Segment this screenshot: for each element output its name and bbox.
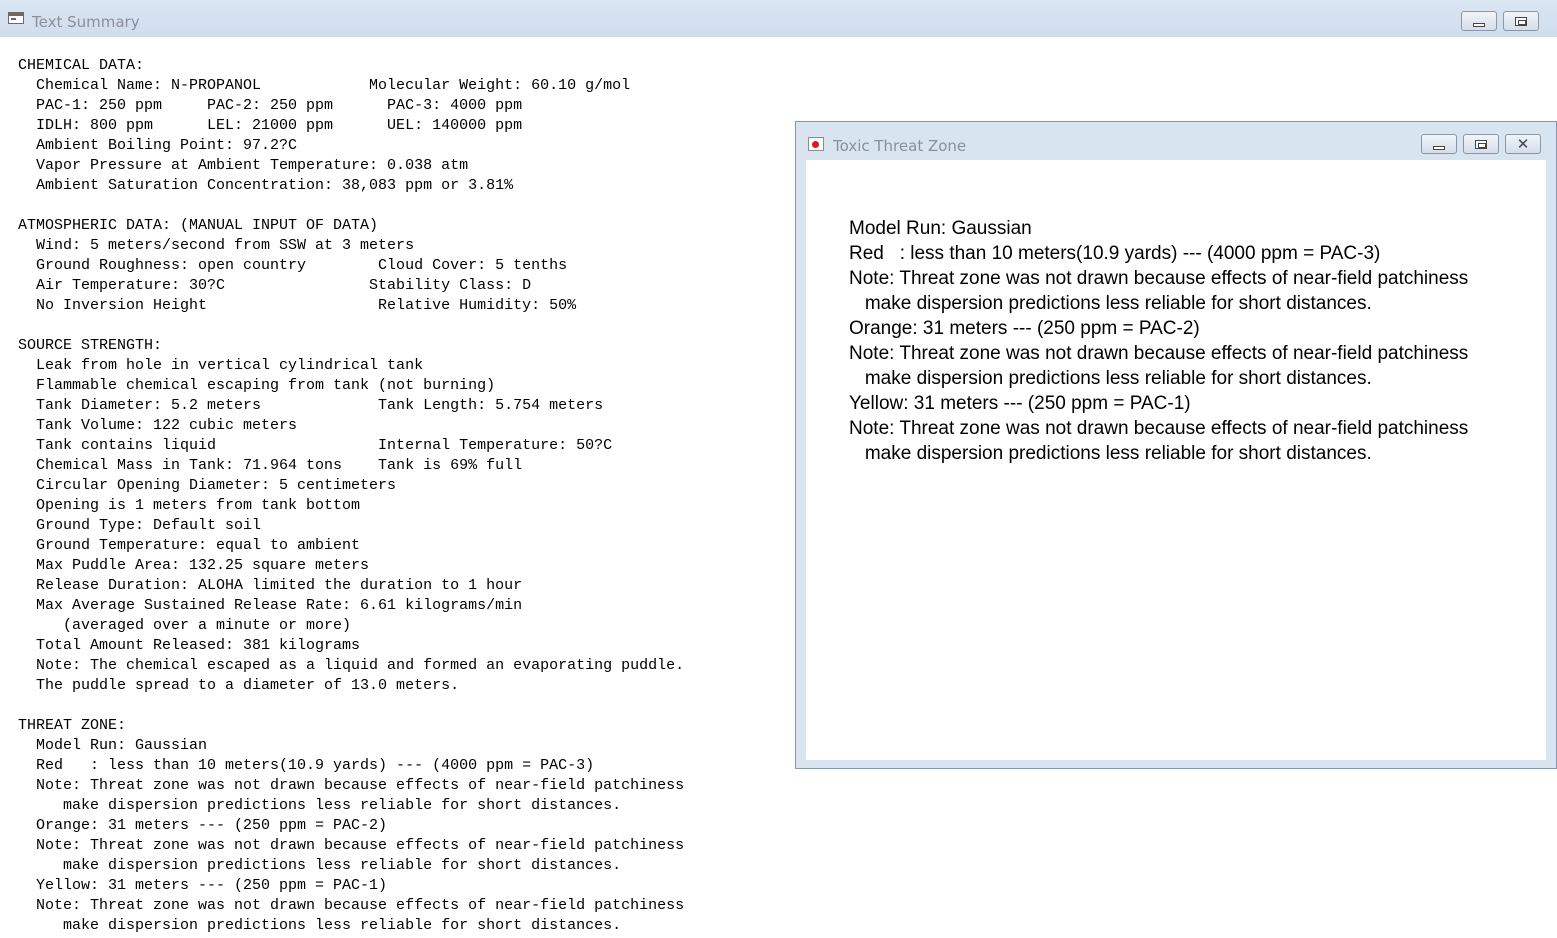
toxic-window-client-area: Model Run: Gaussian Red : less than 10 me… xyxy=(806,160,1546,760)
threat-zone-line: Yellow: 31 meters --- (250 ppm = PAC-1) xyxy=(849,393,1191,414)
summary-line xyxy=(18,196,684,216)
summary-line: Opening is 1 meters from tank bottom xyxy=(18,497,361,514)
summary-line: The puddle spread to a diameter of 13.0 … xyxy=(18,677,460,694)
summary-line: CHEMICAL DATA: xyxy=(18,57,145,74)
summary-line: Tank Diameter: 5.2 meters Tank Length: 5… xyxy=(18,397,604,414)
summary-line: Total Amount Released: 381 kilograms xyxy=(18,637,361,654)
minimize-icon xyxy=(1473,23,1485,27)
summary-line: Note: Threat zone was not drawn because … xyxy=(18,897,685,914)
summary-line: Circular Opening Diameter: 5 centimeters xyxy=(18,477,397,494)
summary-line: Max Average Sustained Release Rate: 6.61… xyxy=(18,597,523,614)
toxic-window-title: Toxic Threat Zone xyxy=(833,137,967,155)
summary-line: Tank contains liquid Internal Temperatur… xyxy=(18,437,613,454)
toxic-minimize-button[interactable] xyxy=(1421,134,1457,154)
summary-line: make dispersion predictions less reliabl… xyxy=(18,917,622,934)
threat-zone-line: Note: Threat zone was not drawn because … xyxy=(849,418,1469,439)
toxic-window-titlebar[interactable]: Toxic Threat Zone ✕ xyxy=(796,122,1556,160)
summary-line: Release Duration: ALOHA limited the dura… xyxy=(18,577,523,594)
summary-line: Ambient Saturation Concentration: 38,083… xyxy=(18,177,514,194)
summary-line: THREAT ZONE: xyxy=(18,717,127,734)
summary-line: PAC-1: 250 ppm PAC-2: 250 ppm PAC-3: 400… xyxy=(18,97,523,114)
summary-line: ATMOSPHERIC DATA: (MANUAL INPUT OF DATA) xyxy=(18,217,379,234)
summary-line: Orange: 31 meters --- (250 ppm = PAC-2) xyxy=(18,817,388,834)
summary-line: make dispersion predictions less reliabl… xyxy=(18,797,622,814)
summary-line: Wind: 5 meters/second from SSW at 3 mete… xyxy=(18,237,415,254)
maximize-icon xyxy=(1475,140,1487,149)
summary-line: Ground Temperature: equal to ambient xyxy=(18,537,361,554)
threat-zone-line: Model Run: Gaussian xyxy=(849,218,1032,239)
maximize-button[interactable] xyxy=(1503,11,1539,31)
summary-line xyxy=(18,316,684,336)
summary-line: Tank Volume: 122 cubic meters xyxy=(18,417,298,434)
summary-line: (averaged over a minute or more) xyxy=(18,617,352,634)
minimize-button[interactable] xyxy=(1461,11,1497,31)
maximize-icon xyxy=(1515,17,1527,26)
summary-line: Chemical Mass in Tank: 71.964 tons Tank … xyxy=(18,457,523,474)
summary-line: Note: Threat zone was not drawn because … xyxy=(18,837,685,854)
summary-line: Model Run: Gaussian xyxy=(18,737,208,754)
summary-line: SOURCE STRENGTH: xyxy=(18,337,163,354)
summary-line: Ambient Boiling Point: 97.2?C xyxy=(18,137,298,154)
main-window-title: Text Summary xyxy=(32,13,140,31)
summary-line: Chemical Name: N-PROPANOL Molecular Weig… xyxy=(18,77,631,94)
summary-line: Red : less than 10 meters(10.9 yards) --… xyxy=(18,757,595,774)
summary-line: Flammable chemical escaping from tank (n… xyxy=(18,377,496,394)
summary-line: Vapor Pressure at Ambient Temperature: 0… xyxy=(18,157,469,174)
summary-line: Ground Type: Default soil xyxy=(18,517,262,534)
threat-zone-line: Note: Threat zone was not drawn because … xyxy=(849,343,1469,364)
summary-line: Ground Roughness: open country Cloud Cov… xyxy=(18,257,568,274)
threat-zone-line: make dispersion predictions less reliabl… xyxy=(849,368,1372,389)
threat-zone-text: Model Run: Gaussian Red : less than 10 me… xyxy=(849,216,1468,466)
close-icon: ✕ xyxy=(1516,135,1530,153)
summary-line: Leak from hole in vertical cylindrical t… xyxy=(18,357,424,374)
summary-line: Max Puddle Area: 132.25 square meters xyxy=(18,557,370,574)
threat-zone-line: Note: Threat zone was not drawn because … xyxy=(849,268,1469,289)
summary-line: IDLH: 800 ppm LEL: 21000 ppm UEL: 140000… xyxy=(18,117,523,134)
toxic-close-button[interactable]: ✕ xyxy=(1505,134,1541,154)
threat-zone-window-icon xyxy=(808,137,824,151)
summary-line: No Inversion Height Relative Humidity: 5… xyxy=(18,297,577,314)
threat-zone-line: Orange: 31 meters --- (250 ppm = PAC-2) xyxy=(849,318,1200,339)
toxic-threat-zone-window: Toxic Threat Zone ✕ Model Run: Gaussian R… xyxy=(795,121,1557,769)
threat-zone-line: make dispersion predictions less reliabl… xyxy=(849,293,1372,314)
threat-zone-line: Red : less than 10 meters(10.9 yards) --… xyxy=(849,243,1381,264)
toxic-maximize-button[interactable] xyxy=(1463,134,1499,154)
summary-line: Note: The chemical escaped as a liquid a… xyxy=(18,657,685,674)
summary-line xyxy=(18,696,684,716)
app-window-icon xyxy=(8,12,24,24)
threat-zone-line: make dispersion predictions less reliabl… xyxy=(849,443,1372,464)
minimize-icon xyxy=(1433,146,1445,150)
main-window-titlebar[interactable]: Text Summary xyxy=(0,0,1557,37)
summary-line: Air Temperature: 30?C Stability Class: D xyxy=(18,277,532,294)
summary-line: Note: Threat zone was not drawn because … xyxy=(18,777,685,794)
summary-line: make dispersion predictions less reliabl… xyxy=(18,857,622,874)
text-summary-content: CHEMICAL DATA: Chemical Name: N-PROPANOL… xyxy=(18,56,684,936)
summary-line: Yellow: 31 meters --- (250 ppm = PAC-1) xyxy=(18,877,388,894)
